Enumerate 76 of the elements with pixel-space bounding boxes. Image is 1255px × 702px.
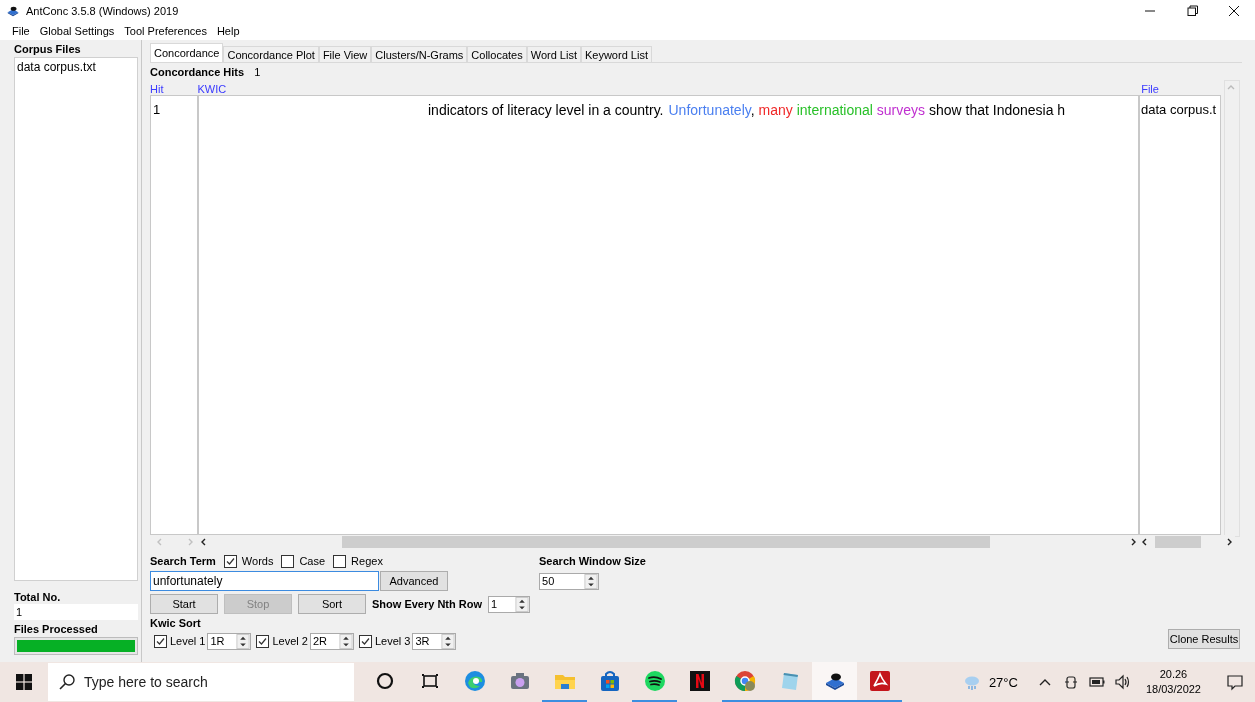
search-field[interactable]: unfortunately: [150, 571, 379, 591]
checkbox-label: Level 2: [272, 635, 308, 647]
checkbox[interactable]: [223, 554, 237, 568]
acrobat-icon: [867, 669, 892, 693]
tab[interactable]: Clusters/N-Grams: [371, 46, 468, 62]
taskbar-app[interactable]: [812, 662, 857, 702]
hit-number: 1: [153, 102, 161, 117]
checkbox[interactable]: [154, 634, 167, 648]
progress-label: Files Processed: [14, 623, 99, 635]
edge-icon: [462, 669, 487, 693]
search-icon: [58, 673, 76, 691]
checkbox-label: Words: [241, 555, 274, 567]
hits-label: Concordance Hits: [150, 66, 245, 78]
spinner-field[interactable]: 1R: [207, 632, 252, 650]
column-header[interactable]: File: [1141, 83, 1159, 95]
spin-arrows-icon[interactable]: [515, 596, 530, 612]
total-field: 1: [14, 604, 138, 620]
spin-arrows-icon[interactable]: [236, 633, 251, 649]
scrollbar[interactable]: [1224, 80, 1240, 537]
checkbox[interactable]: [333, 554, 347, 568]
spin-arrows-icon[interactable]: [441, 633, 456, 649]
spotify-icon: [642, 669, 667, 693]
action-button[interactable]: Sort: [298, 594, 366, 614]
hits-count: 1: [254, 66, 261, 78]
kwic-text: show that Indonesia h: [928, 102, 1066, 118]
tab[interactable]: File View: [318, 46, 372, 62]
temperature[interactable]: 27°C: [988, 674, 1018, 690]
kwic-text: indicators of literacy level in a country.: [428, 102, 664, 118]
checkbox[interactable]: [281, 554, 295, 568]
window-title: AntConc 3.5.8 (Windows) 2019: [26, 5, 179, 17]
spin-arrows-icon[interactable]: [584, 573, 599, 589]
nth-row-label: Show Every Nth Row: [372, 598, 483, 610]
spinner-field[interactable]: 1: [488, 595, 531, 613]
clone-results-button[interactable]: Clone Results: [1168, 629, 1240, 649]
total-label: Total No.: [14, 591, 62, 603]
kwic-text: many: [758, 102, 793, 118]
action-button[interactable]: Start: [150, 594, 218, 614]
notification-icon[interactable]: [1226, 673, 1244, 691]
taskbar-search-field[interactable]: Type here to search: [48, 663, 354, 701]
kwic-text: international: [796, 102, 873, 118]
chrome-icon: [732, 669, 757, 693]
tab[interactable]: Concordance: [150, 43, 224, 62]
advanced-button[interactable]: Advanced: [380, 571, 448, 591]
menu-item[interactable]: File: [6, 25, 34, 37]
kwic-text: Unfortunately: [668, 102, 751, 118]
spinner-field[interactable]: 50: [539, 572, 600, 590]
speaker-icon[interactable]: [1113, 673, 1132, 691]
panel-heading: Corpus Files: [14, 43, 82, 55]
menu-item[interactable]: Help: [210, 25, 244, 37]
checkbox[interactable]: [256, 634, 270, 648]
netflix-icon: [687, 669, 712, 693]
windows-logo-icon[interactable]: [16, 674, 32, 690]
tab[interactable]: Concordance Plot: [223, 46, 319, 62]
checkbox-label: Level 1: [170, 635, 206, 647]
tab[interactable]: Keyword List: [580, 46, 652, 62]
kwic-sort-label: Kwic Sort: [150, 616, 201, 629]
menu-item[interactable]: Global Settings: [33, 25, 119, 37]
checkbox[interactable]: [358, 634, 372, 648]
column-header[interactable]: Hit: [150, 83, 164, 95]
window-size-label: Search Window Size: [539, 555, 646, 567]
tab[interactable]: Word List: [526, 46, 581, 62]
search-term-label: Search Term: [150, 555, 216, 567]
tab[interactable]: Collocates: [467, 46, 527, 62]
checkbox-label: Level 3: [374, 635, 411, 647]
spinner-field[interactable]: 3R: [412, 632, 457, 650]
checkbox-label: Case: [299, 555, 326, 567]
clock[interactable]: 20.26 18/03/2022: [1139, 667, 1207, 697]
column-header[interactable]: KWIC: [197, 83, 227, 95]
file-name: data corpus.t: [1141, 102, 1217, 117]
spinner-field[interactable]: 2R: [309, 632, 354, 650]
menu-item[interactable]: Tool Preferences: [118, 25, 211, 37]
file-item[interactable]: data corpus.txt: [17, 60, 135, 74]
kwic-text: surveys: [876, 102, 926, 118]
checkbox-label: Regex: [351, 555, 383, 567]
spin-arrows-icon[interactable]: [338, 633, 353, 649]
app-icon: [6, 4, 20, 18]
